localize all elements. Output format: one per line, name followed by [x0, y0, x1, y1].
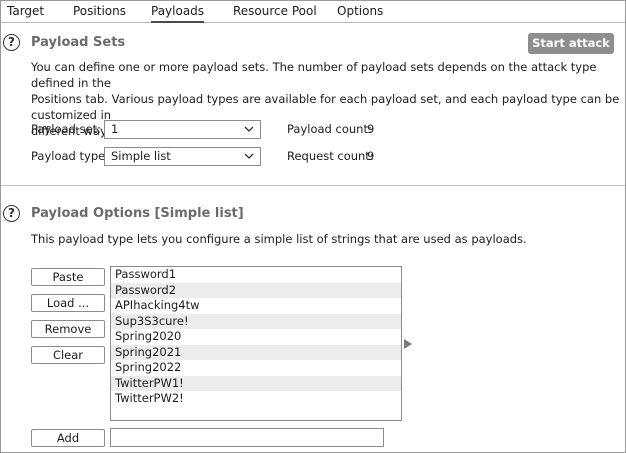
description-line: You can define one or more payload sets.…: [31, 60, 597, 90]
load-button[interactable]: Load ...: [31, 294, 105, 312]
tab-target[interactable]: Target: [7, 1, 44, 22]
add-item-input[interactable]: [110, 428, 384, 447]
tab-positions[interactable]: Positions: [73, 1, 126, 22]
payload-sets-title: Payload Sets: [31, 35, 126, 50]
chevron-down-icon: [244, 126, 254, 132]
list-item[interactable]: Spring2020: [111, 329, 401, 345]
list-item[interactable]: Password1: [111, 267, 401, 283]
payload-set-value: 1: [111, 122, 119, 136]
list-item[interactable]: Spring2022: [111, 360, 401, 376]
add-button[interactable]: Add: [31, 429, 105, 447]
payload-type-value: Simple list: [111, 149, 171, 163]
start-attack-button[interactable]: Start attack: [528, 33, 614, 54]
payload-set-select[interactable]: 1: [104, 120, 261, 139]
arrow-right-icon[interactable]: [404, 339, 412, 349]
payload-count-value: 9: [367, 122, 375, 136]
request-count-label: Request count:: [287, 149, 374, 163]
list-item[interactable]: Spring2021: [111, 344, 401, 360]
payload-options-title: Payload Options [Simple list]: [31, 206, 244, 221]
section-divider: [1, 185, 625, 186]
description-line: Positions tab. Various payload types are…: [31, 92, 620, 122]
paste-button[interactable]: Paste: [31, 268, 105, 286]
tab-payloads[interactable]: Payloads: [151, 1, 205, 23]
payload-type-label: Payload type:: [31, 149, 110, 163]
tab-bar: Target Positions Payloads Resource Pool …: [1, 1, 625, 23]
question-circle-icon[interactable]: ?: [3, 205, 20, 222]
list-item[interactable]: APIhacking4tw: [111, 298, 401, 314]
payload-set-label: Payload set:: [31, 122, 101, 136]
tab-options[interactable]: Options: [337, 1, 383, 22]
chevron-down-icon: [244, 153, 254, 159]
request-count-value: 9: [367, 149, 375, 163]
list-item[interactable]: TwitterPW1!: [111, 375, 401, 391]
payload-options-description: This payload type lets you configure a s…: [31, 232, 527, 246]
list-item[interactable]: Password2: [111, 282, 401, 298]
remove-button[interactable]: Remove: [31, 320, 105, 338]
payload-count-label: Payload count:: [287, 122, 372, 136]
question-circle-icon[interactable]: ?: [3, 34, 20, 51]
tab-resource-pool[interactable]: Resource Pool: [233, 1, 317, 22]
clear-button[interactable]: Clear: [31, 346, 105, 364]
payload-list[interactable]: Password1 Password2 APIhacking4tw Sup3S3…: [110, 266, 402, 421]
list-item[interactable]: TwitterPW2!: [111, 391, 401, 407]
payload-type-select[interactable]: Simple list: [104, 147, 261, 166]
list-item[interactable]: Sup3S3cure!: [111, 313, 401, 329]
